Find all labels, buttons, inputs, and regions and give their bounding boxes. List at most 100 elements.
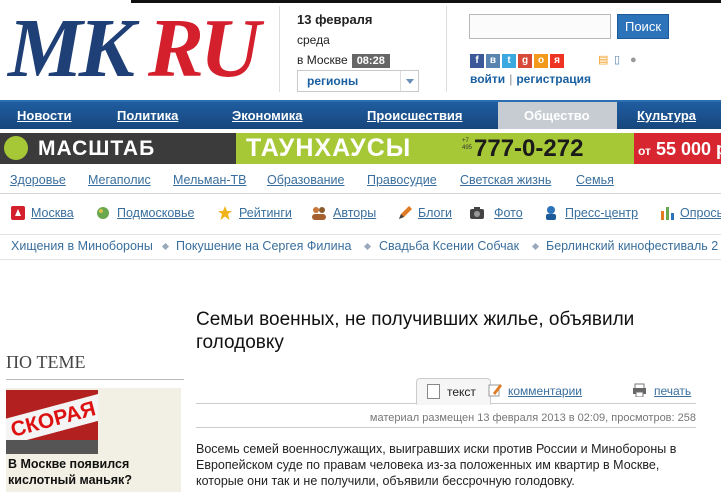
tag-separator xyxy=(363,242,372,251)
banner-price-value: 55 000 р xyxy=(655,139,721,159)
nav-item-news[interactable]: Новости xyxy=(17,108,72,123)
subnav-melman-tv[interactable]: Мельман-ТВ xyxy=(173,173,246,187)
subnav-social-life[interactable]: Светская жизнь xyxy=(460,173,551,187)
banner-promo: ТАУНХАУСЫ xyxy=(246,134,412,162)
nav-item-culture[interactable]: Культура xyxy=(637,108,696,123)
nav-item-incidents[interactable]: Происшествия xyxy=(367,108,463,123)
tab-text-label: текст xyxy=(447,385,476,399)
nav-item-politics[interactable]: Политика xyxy=(117,108,178,123)
article-meta-text: материал размещен 13 февраля 2013 в 02:0… xyxy=(369,412,696,424)
apple-icon[interactable]: ● xyxy=(630,54,640,68)
subnav-megapolis[interactable]: Мегаполис xyxy=(88,173,151,187)
ambulance-sign-text: СКОРАЯ xyxy=(8,397,98,442)
nav-item-society[interactable]: Общество xyxy=(498,102,617,129)
tab-print-label: печать xyxy=(654,384,692,398)
section-authors[interactable]: Авторы xyxy=(333,206,376,220)
tag-defense-theft[interactable]: Хищения в Минобороны xyxy=(11,239,153,253)
yandex-icon[interactable]: я xyxy=(550,54,564,68)
register-link[interactable]: регистрация xyxy=(516,72,591,86)
banner-phone: 777-0-272 xyxy=(474,135,584,162)
tag-separator xyxy=(531,242,540,251)
tag-separator xyxy=(161,242,170,251)
press-center-icon xyxy=(546,206,556,220)
nav-item-society-label: Общество xyxy=(524,108,590,123)
authors-icon xyxy=(312,207,326,220)
main-nav: Новости Политика Экономика Происшествия … xyxy=(0,100,721,129)
moscow-crest-icon xyxy=(11,206,25,220)
chevron-down-icon[interactable] xyxy=(400,71,418,91)
search-button[interactable]: Поиск xyxy=(617,14,669,39)
banner-brand-block: МАСШТАБ xyxy=(0,133,236,164)
related-card[interactable]: СКОРАЯ В Москве появился кислотный манья… xyxy=(6,388,181,492)
section-photo[interactable]: Фото xyxy=(494,206,523,220)
twitter-icon[interactable]: t xyxy=(502,54,516,68)
tab-text[interactable]: текст xyxy=(416,378,491,405)
logo-mk: MK xyxy=(8,2,135,95)
subnav-education[interactable]: Образование xyxy=(267,173,344,187)
logo-ru: RU xyxy=(148,2,261,95)
section-press-center[interactable]: Пресс-центр xyxy=(565,206,638,220)
polls-icon xyxy=(661,207,674,220)
section-polls[interactable]: Опросы xyxy=(680,206,721,220)
section-blogs[interactable]: Блоги xyxy=(418,206,452,220)
related-heading: ПО ТЕМЕ xyxy=(6,352,184,380)
tab-print[interactable]: печать xyxy=(633,383,692,398)
related-heading-label: ПО ТЕМЕ xyxy=(6,352,86,372)
ad-banner[interactable]: МАСШТАБ ТАУНХАУСЫ +7 495 777-0-272 от 55… xyxy=(0,133,721,164)
tab-comments[interactable]: комментарии xyxy=(488,384,582,398)
social-links: fвtgoя xyxy=(470,52,566,68)
pencil-icon xyxy=(399,206,412,219)
google-plus-icon[interactable]: g xyxy=(518,54,532,68)
topic-tags: Хищения в Минобороны Покушение на Сергея… xyxy=(0,234,721,260)
mobile-icon[interactable]: ▯ xyxy=(614,53,624,67)
star-icon xyxy=(218,206,232,220)
subnav-health[interactable]: Здоровье xyxy=(10,173,66,187)
section-moscow-region[interactable]: Подмосковье xyxy=(117,206,194,220)
divider xyxy=(446,6,447,92)
section-ratings[interactable]: Рейтинги xyxy=(239,206,292,220)
moscow-time-row: в Москве 08:28 xyxy=(297,53,427,68)
mk-ru-logo[interactable]: MK RU xyxy=(8,6,263,92)
brand-logo-icon xyxy=(4,136,28,160)
rss-icon[interactable]: ▤ xyxy=(598,53,608,67)
camera-icon xyxy=(470,207,484,219)
search-input[interactable] xyxy=(469,14,611,39)
section-moscow[interactable]: Москва xyxy=(31,206,74,220)
document-icon xyxy=(427,384,440,399)
subnav-family[interactable]: Семья xyxy=(576,173,614,187)
comment-pencil-icon xyxy=(488,384,502,397)
vkontakte-icon[interactable]: в xyxy=(486,54,500,68)
moscow-time: 08:28 xyxy=(351,54,390,68)
regions-select[interactable]: регионы xyxy=(297,70,419,92)
image-stripe xyxy=(6,440,98,454)
nav-item-economy[interactable]: Экономика xyxy=(232,108,303,123)
sub-nav: Здоровье Мегаполис Мельман-ТВ Образовани… xyxy=(0,168,721,194)
banner-price: от 55 000 р xyxy=(638,139,721,160)
odnoklassniki-icon[interactable]: o xyxy=(534,54,548,68)
regions-label: регионы xyxy=(307,74,359,88)
current-date: 13 февраля xyxy=(297,12,373,27)
tab-comments-label: комментарии xyxy=(508,384,582,398)
article-tabs: текст комментарии печать xyxy=(196,378,696,405)
article-meta: материал размещен 13 февраля 2013 в 02:0… xyxy=(196,404,696,428)
subnav-justice[interactable]: Правосудие xyxy=(367,173,437,187)
tag-filin-attack[interactable]: Покушение на Сергея Филина xyxy=(176,239,351,253)
auth-separator: | xyxy=(509,72,513,86)
printer-icon xyxy=(633,383,646,397)
login-link[interactable]: войти xyxy=(470,72,505,86)
related-card-title[interactable]: В Москве появился кислотный маньяк? xyxy=(8,456,178,488)
article-title: Семьи военных, не получивших жилье, объя… xyxy=(196,309,635,353)
banner-brand: МАСШТАБ xyxy=(38,137,156,160)
auth-links: войти | регистрация xyxy=(470,72,591,86)
moscow-time-label: в Москве xyxy=(297,53,348,67)
tag-sobchak-wedding[interactable]: Свадьба Ксении Собчак xyxy=(379,239,519,253)
related-card-image[interactable]: СКОРАЯ xyxy=(6,390,98,454)
facebook-icon[interactable]: f xyxy=(470,54,484,68)
banner-price-prefix: от xyxy=(638,144,651,158)
tag-berlinale[interactable]: Берлинский кинофестиваль 2 xyxy=(546,239,718,253)
banner-phone-prefix: +7 495 xyxy=(462,138,473,151)
article-lead: Восемь семей военнослужащих, выигравших … xyxy=(196,442,677,488)
divider xyxy=(279,6,280,92)
date-block: 13 февраля среда в Москве 08:28 xyxy=(297,12,427,68)
section-nav: Москва Подмосковье Рейтинги Авторы Блоги… xyxy=(0,199,721,229)
